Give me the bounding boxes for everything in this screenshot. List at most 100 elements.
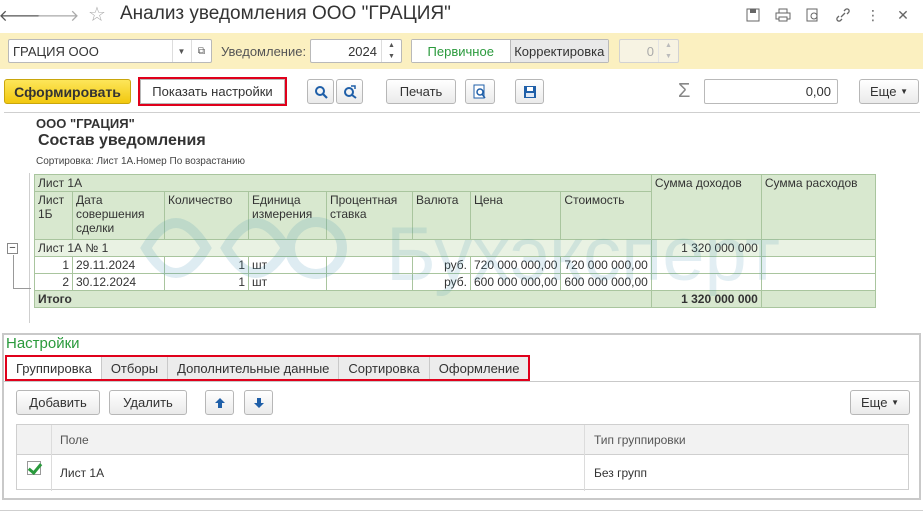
- grid-separator: [584, 425, 585, 491]
- header-date: Дата совершения сделки: [72, 191, 165, 240]
- cell-price: 600 000 000,00: [469, 273, 562, 291]
- delete-button[interactable]: Удалить: [109, 390, 187, 415]
- close-icon[interactable]: ✕: [891, 4, 915, 26]
- window-title: Анализ уведомления ООО "ГРАЦИЯ": [120, 3, 451, 24]
- floppy-icon: [523, 85, 536, 98]
- notice-kind-toggle[interactable]: Первичное Корректировка: [411, 39, 609, 63]
- save-report-button[interactable]: [515, 79, 544, 104]
- header-expense: Сумма расходов: [760, 174, 876, 240]
- print-preview-icon: [473, 84, 486, 98]
- chevron-down-icon[interactable]: ▼: [172, 40, 190, 62]
- group-income: 1 320 000 000: [650, 239, 762, 257]
- organization-select[interactable]: ГРАЦИЯ ООО ▼ ⧉: [8, 39, 212, 63]
- kind-correction-option[interactable]: Корректировка: [510, 40, 608, 62]
- chevron-down-icon[interactable]: ▼: [665, 53, 672, 60]
- settings-tabs: Группировка Отборы Дополнительные данные…: [5, 355, 531, 381]
- print-button[interactable]: Печать: [386, 79, 456, 104]
- total-row: Итого 1 320 000 000: [34, 290, 876, 308]
- sum-value: 0,00: [805, 84, 831, 99]
- chevron-up-icon[interactable]: ▲: [665, 42, 672, 49]
- settings-more-button[interactable]: Еще ▼: [850, 390, 910, 415]
- kind-primary-option[interactable]: Первичное: [412, 40, 511, 62]
- printer-icon[interactable]: [771, 4, 795, 26]
- more-label: Еще: [870, 84, 897, 99]
- header-cost: Стоимость: [560, 191, 652, 240]
- open-icon[interactable]: ⧉: [191, 40, 211, 62]
- chevron-up-icon[interactable]: ▲: [388, 42, 395, 49]
- header-sheet: Лист 1А: [34, 174, 652, 192]
- cell-unit: шт: [248, 256, 327, 274]
- collapse-group-icon[interactable]: −: [7, 243, 18, 254]
- search-reset-icon: [343, 84, 357, 99]
- cell-currency: руб.: [412, 256, 471, 274]
- cell-date: 30.12.2024: [72, 273, 165, 291]
- more-vertical-icon[interactable]: ⋮: [861, 4, 885, 26]
- row-checkbox[interactable]: [27, 461, 41, 475]
- grid-separator: [51, 425, 52, 491]
- header-unit: Единица измерения: [248, 191, 327, 240]
- grid-header: [17, 425, 908, 455]
- show-settings-button[interactable]: Показать настройки: [138, 77, 287, 106]
- more-button[interactable]: Еще ▼: [859, 79, 919, 104]
- bottom-divider: [0, 510, 923, 511]
- cell-cost: 720 000 000,00: [560, 256, 652, 274]
- sigma-icon: Σ: [678, 80, 691, 102]
- search-button[interactable]: [307, 79, 334, 104]
- year-value: 2024: [348, 44, 377, 59]
- year-field[interactable]: 2024 ▲ ▼: [310, 39, 402, 63]
- arrow-up-icon: [214, 397, 225, 408]
- tab-grouping[interactable]: Группировка: [7, 357, 102, 379]
- print-preview-button[interactable]: [465, 79, 495, 104]
- star-icon[interactable]: ☆: [88, 2, 106, 27]
- preview-icon[interactable]: [801, 4, 825, 26]
- header-income: Сумма доходов: [650, 174, 762, 240]
- year-stepper[interactable]: ▲ ▼: [381, 40, 401, 62]
- cell-price: 720 000 000,00: [469, 256, 562, 274]
- row-field[interactable]: Лист 1А: [60, 466, 104, 480]
- row-group-type[interactable]: Без групп: [594, 466, 647, 480]
- header-group-type: Тип группировки: [594, 433, 686, 447]
- tab-sorting[interactable]: Сортировка: [339, 357, 430, 379]
- forward-button[interactable]: 🡒: [37, 4, 80, 26]
- header-field: Поле: [60, 433, 89, 447]
- report-sorting: Сортировка: Лист 1А.Номер По возрастанию: [36, 156, 246, 167]
- chevron-down-icon: ▼: [900, 87, 908, 96]
- cell-qty: 1: [164, 256, 249, 274]
- search-reset-button[interactable]: [336, 79, 363, 104]
- cell-unit: шт: [248, 273, 327, 291]
- cell-currency: руб.: [412, 273, 471, 291]
- cell-rate: [326, 273, 413, 291]
- table-row: 2 30.12.2024 1 шт руб. 600 000 000,00 60…: [34, 273, 876, 291]
- cell-date: 29.11.2024: [72, 256, 165, 274]
- organization-value: ГРАЦИЯ ООО: [13, 44, 99, 59]
- arrow-down-icon: [253, 397, 264, 408]
- move-down-button[interactable]: [244, 390, 273, 415]
- link-icon[interactable]: [831, 4, 855, 26]
- back-button[interactable]: 🡐: [0, 4, 41, 26]
- grouping-grid: Поле Тип группировки Лист 1А Без групп: [16, 424, 909, 491]
- header-price: Цена: [469, 191, 562, 240]
- tree-line: [13, 255, 14, 288]
- tab-additional-data[interactable]: Дополнительные данные: [168, 357, 340, 379]
- sum-field[interactable]: 0,00: [704, 79, 838, 104]
- generate-button[interactable]: Сформировать: [4, 79, 131, 104]
- tab-filters[interactable]: Отборы: [101, 357, 169, 379]
- correction-stepper[interactable]: ▲ ▼: [658, 40, 678, 62]
- total-label: Итого: [34, 290, 652, 308]
- report-table: Лист 1А Сумма доходов Сумма расходов Лис…: [34, 174, 876, 308]
- correction-number-field[interactable]: 0 ▲ ▼: [619, 39, 679, 63]
- header-rate: Процентная ставка: [326, 191, 413, 240]
- chevron-down-icon[interactable]: ▼: [388, 53, 395, 60]
- tab-appearance[interactable]: Оформление: [429, 357, 529, 379]
- move-up-button[interactable]: [205, 390, 234, 415]
- settings-title: Настройки: [6, 335, 80, 352]
- tree-line: [13, 288, 31, 289]
- save-icon[interactable]: [741, 4, 765, 26]
- group-label: Лист 1А № 1: [34, 239, 652, 257]
- add-button[interactable]: Добавить: [16, 390, 100, 415]
- group-row: Лист 1А № 1 1 320 000 000: [34, 239, 876, 257]
- header-qty: Количество: [164, 191, 249, 240]
- parameter-bar: ГРАЦИЯ ООО ▼ ⧉ Уведомление: 2024 ▲ ▼ Перв…: [0, 33, 923, 69]
- cell-income: [650, 256, 762, 274]
- notice-label: Уведомление:: [221, 44, 307, 59]
